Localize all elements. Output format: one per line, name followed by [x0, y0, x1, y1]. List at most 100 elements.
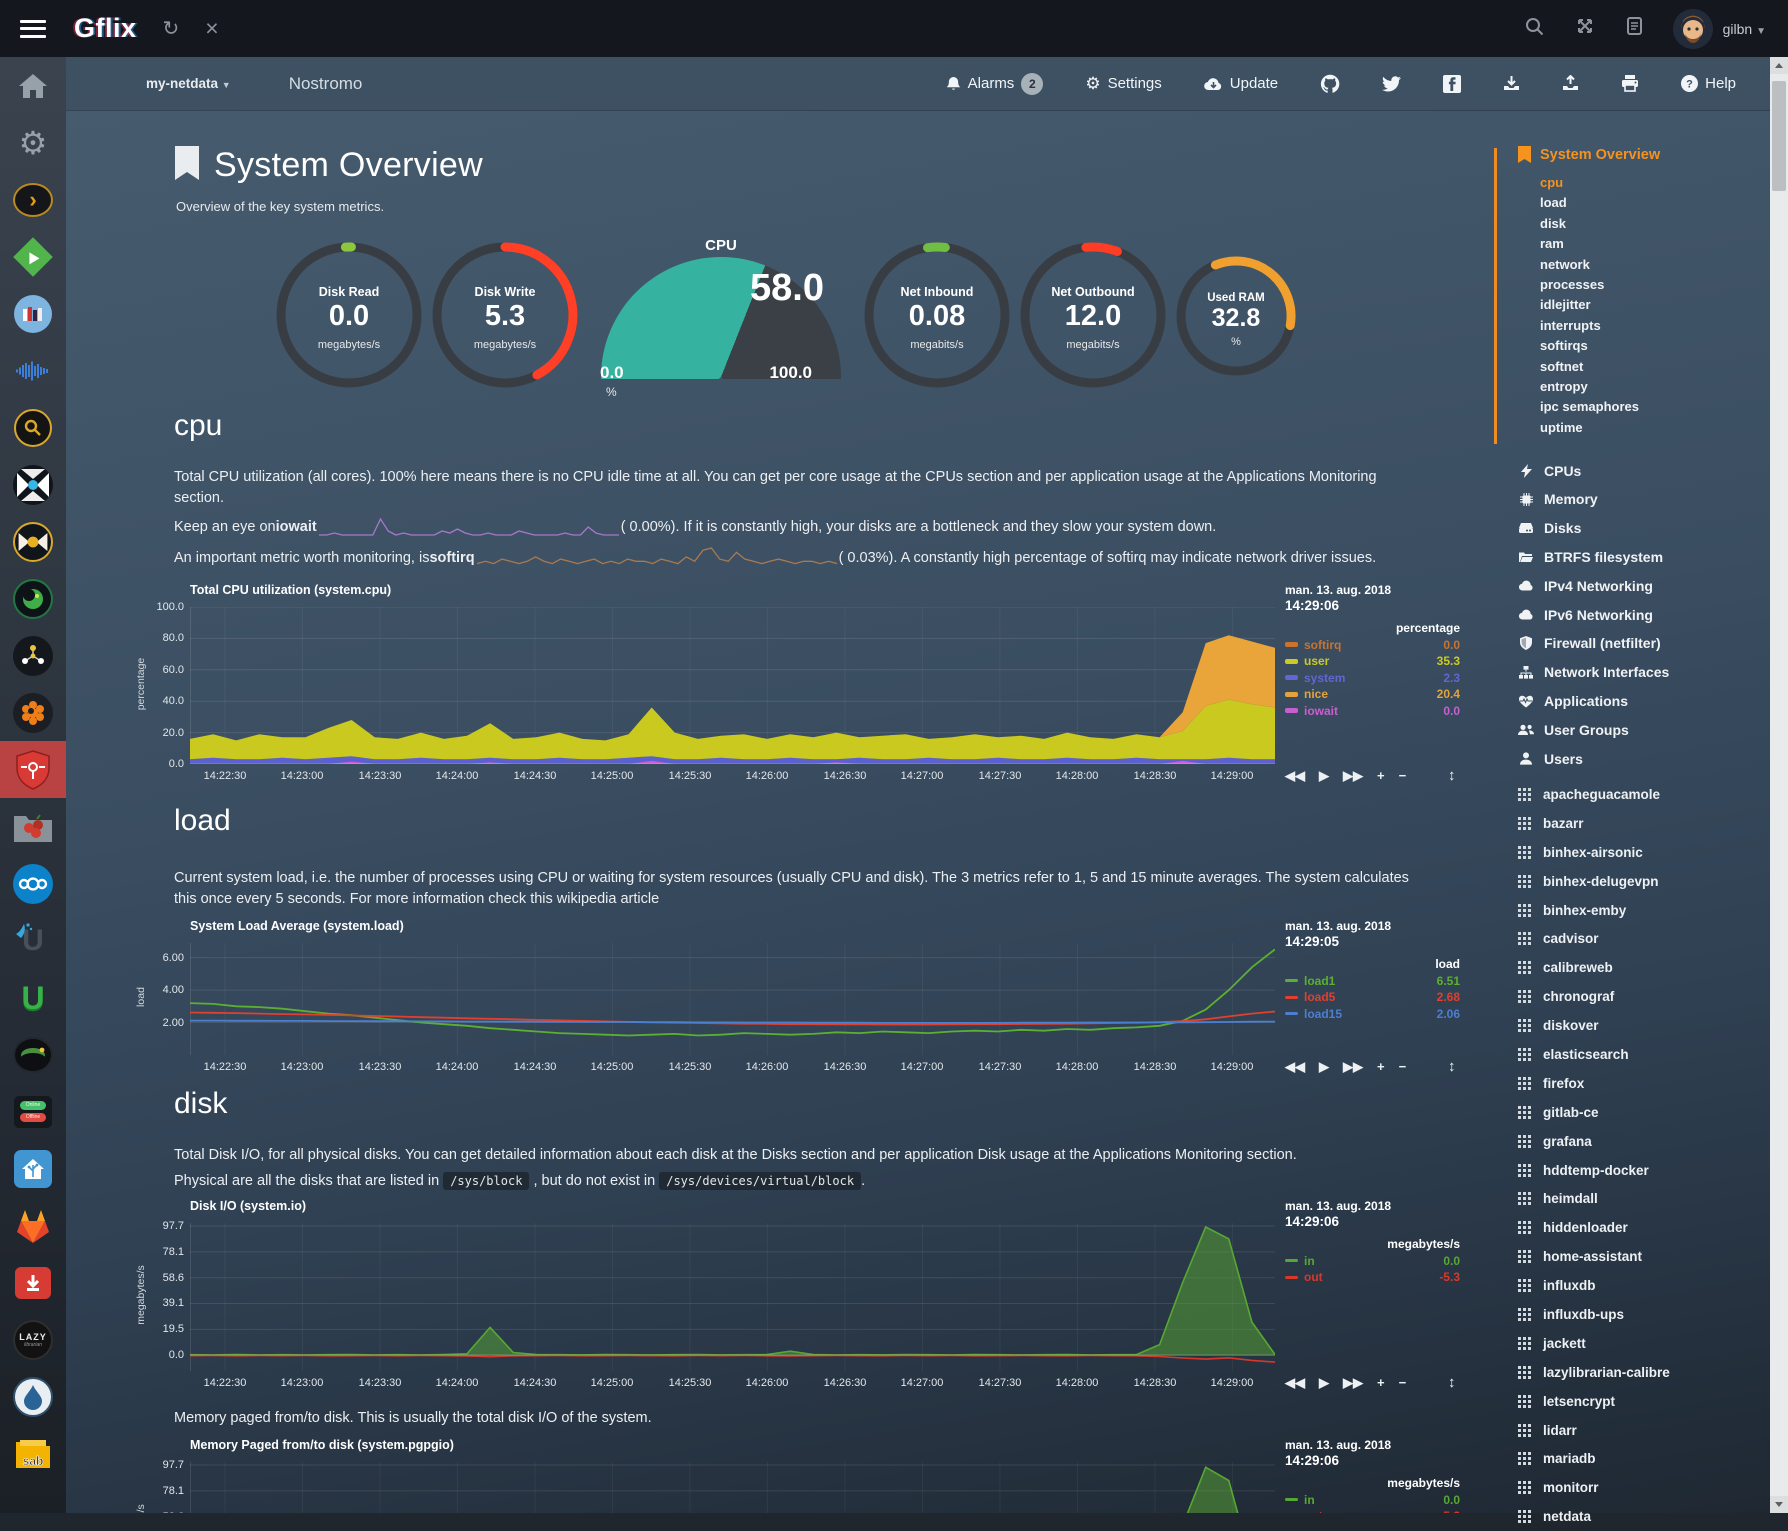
gitlab-icon[interactable] — [0, 1197, 66, 1254]
legend-row-in[interactable]: in0.0 — [1285, 1254, 1460, 1268]
used-ram-gauge[interactable]: Used RAM 32.8 % — [1175, 255, 1297, 377]
menu-section-memory[interactable]: Memory — [1518, 485, 1770, 514]
plex-icon[interactable]: › — [0, 171, 66, 228]
menu-item-softirqs[interactable]: softirqs — [1540, 336, 1770, 356]
legend-row-load15[interactable]: load152.06 — [1285, 1007, 1460, 1021]
chart-rewind-button[interactable]: ◀◀ — [1285, 768, 1305, 784]
menu-app-heimdall[interactable]: heimdall — [1518, 1185, 1770, 1214]
chart-zoom-out-button[interactable]: − — [1399, 1375, 1407, 1391]
download-app-icon[interactable] — [0, 1254, 66, 1311]
scroll-up-arrow[interactable] — [1770, 57, 1788, 74]
legend-row-out[interactable]: out-5.2 — [1285, 1509, 1460, 1513]
red-shield-app-icon[interactable] — [0, 741, 66, 798]
folder-berries-app-icon[interactable] — [0, 798, 66, 855]
menu-section-disks[interactable]: Disks — [1518, 514, 1770, 543]
scrollbar[interactable] — [1770, 57, 1788, 1513]
user-avatar[interactable] — [1673, 9, 1713, 49]
cpu-gauge[interactable]: CPU 58.0 0.0100.0 % — [586, 235, 856, 401]
menu-item-entropy[interactable]: entropy — [1540, 377, 1770, 397]
chart-zoom-out-button[interactable]: − — [1399, 1059, 1407, 1075]
library-icon[interactable] — [0, 285, 66, 342]
menu-section-cpus[interactable]: CPUs — [1518, 456, 1770, 485]
menu-app-influxdb[interactable]: influxdb — [1518, 1271, 1770, 1300]
menu-item-ipc-semaphores[interactable]: ipc semaphores — [1540, 397, 1770, 417]
menu-item-cpu[interactable]: cpu — [1540, 173, 1770, 193]
legend-row-load1[interactable]: load16.51 — [1285, 974, 1460, 988]
chart-zoom-out-button[interactable]: − — [1399, 768, 1407, 784]
menu-app-binhex-delugevpn[interactable]: binhex-delugevpn — [1518, 867, 1770, 896]
legend-row-system[interactable]: system2.3 — [1285, 671, 1460, 685]
legend-row-softirq[interactable]: softirq0.0 — [1285, 638, 1460, 652]
menu-item-disk[interactable]: disk — [1540, 214, 1770, 234]
menu-section-applications[interactable]: Applications — [1518, 687, 1770, 716]
chart-fastforward-button[interactable]: ▶▶ — [1343, 768, 1363, 784]
hostname-label[interactable]: Nostromo — [289, 74, 363, 94]
green-logo-app-icon[interactable] — [0, 570, 66, 627]
legend-row-nice[interactable]: nice20.4 — [1285, 687, 1460, 701]
export-icon[interactable] — [1562, 75, 1579, 92]
menu-section-users[interactable]: Users — [1518, 744, 1770, 773]
chart-fastforward-button[interactable]: ▶▶ — [1343, 1375, 1363, 1391]
menu-app-binhex-emby[interactable]: binhex-emby — [1518, 896, 1770, 925]
username-menu[interactable]: gilbn ▼ — [1723, 21, 1766, 37]
soundwave-icon[interactable] — [0, 342, 66, 399]
legend-row-in[interactable]: in0.0 — [1285, 1493, 1460, 1507]
scrollbar-thumb[interactable] — [1772, 81, 1786, 191]
fullscreen-icon[interactable] — [1576, 17, 1594, 40]
menu-section-btrfs-filesystem[interactable]: BTRFS filesystem — [1518, 543, 1770, 572]
server-dropdown[interactable]: my-netdata ▼ — [146, 76, 231, 91]
menu-app-home-assistant[interactable]: home-assistant — [1518, 1242, 1770, 1271]
grafana-icon[interactable] — [0, 684, 66, 741]
deluge-icon[interactable] — [0, 1368, 66, 1425]
menu-item-load[interactable]: load — [1540, 193, 1770, 213]
u-splash-app-icon[interactable]: U — [0, 912, 66, 969]
menu-item-softnet[interactable]: softnet — [1540, 357, 1770, 377]
help-button[interactable]: ? Help — [1681, 75, 1736, 92]
menu-app-elasticsearch[interactable]: elasticsearch — [1518, 1040, 1770, 1069]
chart-resize-handle[interactable]: ↕ — [1448, 767, 1456, 784]
x-cyan-app-icon[interactable] — [0, 456, 66, 513]
disk-write-gauge[interactable]: Disk Write 5.3 megabytes/s — [431, 241, 579, 389]
menu-item-idlejitter[interactable]: idlejitter — [1540, 295, 1770, 315]
menu-app-lidarr[interactable]: lidarr — [1518, 1416, 1770, 1445]
legend-row-user[interactable]: user35.3 — [1285, 654, 1460, 668]
net-outbound-gauge[interactable]: Net Outbound 12.0 megabits/s — [1019, 241, 1167, 389]
menu-app-influxdb-ups[interactable]: influxdb-ups — [1518, 1300, 1770, 1329]
menu-app-jackett[interactable]: jackett — [1518, 1329, 1770, 1358]
menu-app-lazylibrarian-calibre[interactable]: lazylibrarian-calibre — [1518, 1358, 1770, 1387]
menu-app-calibreweb[interactable]: calibreweb — [1518, 953, 1770, 982]
magnifier-app-icon[interactable] — [0, 399, 66, 456]
menu-section-network-interfaces[interactable]: Network Interfaces — [1518, 658, 1770, 687]
menu-app-letsencrypt[interactable]: letsencrypt — [1518, 1387, 1770, 1416]
chart-rewind-button[interactable]: ◀◀ — [1285, 1059, 1305, 1075]
facebook-icon[interactable] — [1443, 75, 1461, 93]
menu-app-gitlab-ce[interactable]: gitlab-ce — [1518, 1098, 1770, 1127]
menu-app-netdata[interactable]: netdata — [1518, 1502, 1770, 1531]
legend-row-iowait[interactable]: iowait0.0 — [1285, 704, 1460, 718]
chart-zoom-in-button[interactable]: + — [1377, 1375, 1385, 1391]
menu-section-user-groups[interactable]: User Groups — [1518, 715, 1770, 744]
changelog-icon[interactable] — [1626, 17, 1643, 40]
menu-app-diskover[interactable]: diskover — [1518, 1011, 1770, 1040]
menu-item-processes[interactable]: processes — [1540, 275, 1770, 295]
twitter-icon[interactable] — [1382, 76, 1401, 92]
chart-zoom-in-button[interactable]: + — [1377, 1059, 1385, 1075]
hamburger-menu-icon[interactable] — [20, 20, 46, 38]
chart-zoom-in-button[interactable]: + — [1377, 768, 1385, 784]
search-icon[interactable] — [1525, 17, 1544, 41]
scroll-down-arrow[interactable] — [1770, 1496, 1788, 1513]
update-button[interactable]: Update — [1204, 75, 1278, 92]
menu-app-firefox[interactable]: firefox — [1518, 1069, 1770, 1098]
x-orange-app-icon[interactable] — [0, 513, 66, 570]
menu-app-bazarr[interactable]: bazarr — [1518, 809, 1770, 838]
legend-row-out[interactable]: out-5.3 — [1285, 1270, 1460, 1284]
menu-app-grafana[interactable]: grafana — [1518, 1127, 1770, 1156]
settings-button[interactable]: ⚙ Settings — [1085, 74, 1161, 94]
green-u-app-icon[interactable]: U — [0, 969, 66, 1026]
home-icon[interactable] — [0, 57, 66, 114]
chart-plot-area[interactable] — [190, 1223, 1275, 1371]
menu-app-hiddenloader[interactable]: hiddenloader — [1518, 1213, 1770, 1242]
chart-play-button[interactable]: ▶ — [1319, 768, 1329, 784]
gear-icon[interactable]: ⚙ — [0, 114, 66, 171]
menu-app-binhex-airsonic[interactable]: binhex-airsonic — [1518, 838, 1770, 867]
